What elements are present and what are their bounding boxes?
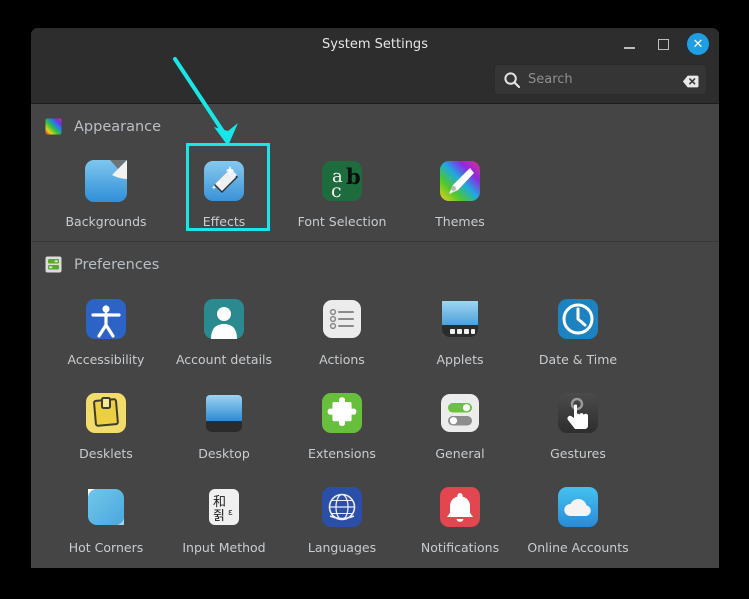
settings-item-label: Notifications <box>421 540 499 555</box>
effects-icon <box>200 157 248 205</box>
settings-item-label: Themes <box>435 214 485 229</box>
settings-item-label: Accessibility <box>68 352 145 367</box>
section-label-appearance: Appearance <box>74 119 161 135</box>
hot-corners-icon <box>82 483 130 531</box>
svg-text:ε: ε <box>228 508 233 518</box>
preferences-icon <box>45 256 62 273</box>
window-title: System Settings <box>31 37 719 52</box>
desktop-icon <box>200 389 248 437</box>
section-label-preferences: Preferences <box>74 257 159 273</box>
svg-text:b: b <box>346 164 361 189</box>
settings-item-input-method[interactable]: 和 쥙 ε Input Method <box>165 473 283 567</box>
accessibility-icon <box>82 295 130 343</box>
settings-content: Appearance <box>31 104 719 567</box>
settings-item-notifications[interactable]: Notifications <box>401 473 519 567</box>
settings-item-label: Languages <box>308 540 376 555</box>
maximize-button[interactable] <box>653 34 673 54</box>
desklets-icon <box>82 389 130 437</box>
settings-item-desktop[interactable]: Desktop <box>165 379 283 473</box>
settings-item-label: Gestures <box>550 446 606 461</box>
settings-item-label: Account details <box>176 352 272 367</box>
general-icon <box>436 389 484 437</box>
date-time-icon <box>554 295 602 343</box>
screen: System Settings ✕ Search <box>0 0 749 599</box>
close-button[interactable]: ✕ <box>687 33 709 55</box>
settings-item-themes[interactable]: Themes <box>401 147 519 241</box>
search-icon <box>503 71 521 89</box>
settings-item-accessibility[interactable]: Accessibility <box>47 285 165 379</box>
backgrounds-icon <box>82 157 130 205</box>
settings-item-effects[interactable]: Effects <box>165 147 283 241</box>
svg-text:쥙: 쥙 <box>213 509 225 524</box>
settings-item-actions[interactable]: Actions <box>283 285 401 379</box>
settings-item-label: Hot Corners <box>69 540 143 555</box>
settings-item-backgrounds[interactable]: Backgrounds <box>47 147 165 241</box>
settings-item-desklets[interactable]: Desklets <box>47 379 165 473</box>
svg-text:c: c <box>331 180 342 202</box>
settings-item-online-accounts[interactable]: Online Accounts <box>519 473 637 567</box>
close-icon: ✕ <box>693 38 704 51</box>
title-bar: System Settings ✕ Search <box>31 28 719 104</box>
settings-item-label: Font Selection <box>298 214 387 229</box>
settings-item-languages[interactable]: Languages <box>283 473 401 567</box>
settings-item-date-time[interactable]: Date & Time <box>519 285 637 379</box>
settings-item-applets[interactable]: Applets <box>401 285 519 379</box>
input-method-icon: 和 쥙 ε <box>200 483 248 531</box>
settings-item-gestures[interactable]: Gestures <box>519 379 637 473</box>
settings-item-label: Input Method <box>182 540 265 555</box>
settings-item-label: Date & Time <box>539 352 617 367</box>
clear-backspace-icon[interactable] <box>682 73 698 86</box>
preferences-grid: Accessibility Account details <box>31 279 719 567</box>
settings-item-label: Effects <box>203 214 246 229</box>
system-settings-window: System Settings ✕ Search <box>31 28 719 568</box>
settings-item-general[interactable]: General <box>401 379 519 473</box>
settings-item-label: Desktop <box>198 446 250 461</box>
search-field[interactable]: Search <box>494 64 707 95</box>
settings-item-label: Backgrounds <box>65 214 146 229</box>
online-accounts-icon <box>554 483 602 531</box>
languages-icon <box>318 483 366 531</box>
settings-item-hot-corners[interactable]: Hot Corners <box>47 473 165 567</box>
font-selection-icon: a b c <box>318 157 366 205</box>
settings-item-label: Online Accounts <box>527 540 628 555</box>
gestures-icon <box>554 389 602 437</box>
settings-item-label: Actions <box>319 352 365 367</box>
minimize-button[interactable] <box>619 34 639 54</box>
settings-item-label: General <box>435 446 484 461</box>
account-details-icon <box>200 295 248 343</box>
search-input[interactable]: Search <box>528 72 682 87</box>
appearance-grid: Backgrounds <box>31 141 719 241</box>
themes-icon <box>436 157 484 205</box>
section-appearance: Appearance <box>31 104 719 241</box>
applets-icon <box>436 295 484 343</box>
section-header-preferences: Preferences <box>31 242 719 279</box>
settings-item-font-selection[interactable]: a b c Font Selection <box>283 147 401 241</box>
settings-item-account-details[interactable]: Account details <box>165 285 283 379</box>
rainbow-square-icon <box>45 118 62 135</box>
settings-item-label: Extensions <box>308 446 376 461</box>
settings-item-extensions[interactable]: Extensions <box>283 379 401 473</box>
extensions-icon <box>318 389 366 437</box>
section-preferences: Preferences Accessibil <box>31 242 719 567</box>
section-header-appearance: Appearance <box>31 104 719 141</box>
notifications-icon <box>436 483 484 531</box>
settings-item-label: Applets <box>437 352 484 367</box>
window-controls: ✕ <box>619 33 709 55</box>
actions-icon <box>318 295 366 343</box>
settings-item-label: Desklets <box>79 446 133 461</box>
svg-text:和: 和 <box>213 495 226 510</box>
